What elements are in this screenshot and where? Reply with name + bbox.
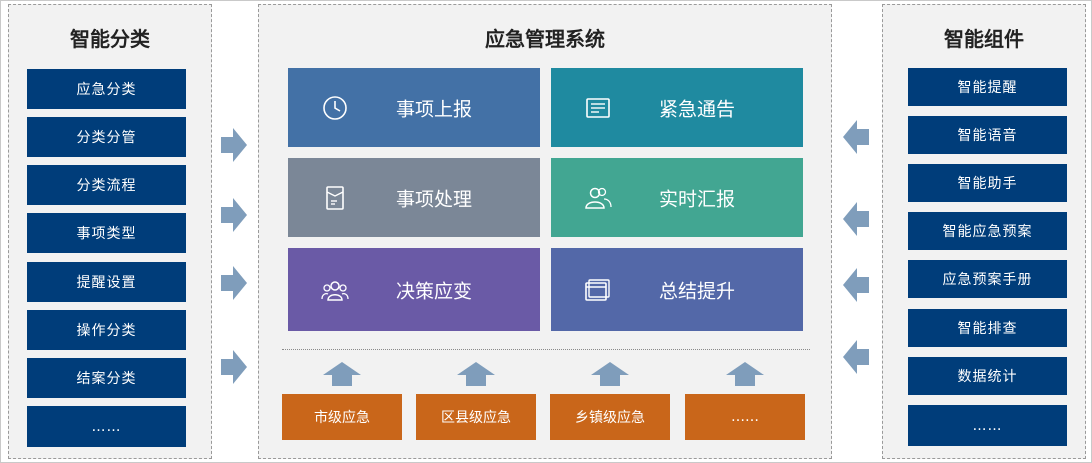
notice-board-icon <box>586 97 610 118</box>
category-item[interactable]: …… <box>27 406 186 447</box>
category-item[interactable]: 应急分类 <box>27 69 186 109</box>
component-item[interactable]: 应急预案手册 <box>908 260 1067 298</box>
tile-label: 总结提升 <box>659 280 736 302</box>
tile-label: 紧急通告 <box>659 98 736 120</box>
clock-icon <box>323 95 347 120</box>
component-item[interactable]: 智能排查 <box>908 309 1067 347</box>
category-item[interactable]: 分类流程 <box>27 165 186 205</box>
level-button[interactable]: 区县级应急 <box>416 394 536 440</box>
left-panel-title: 智能分类 <box>70 27 150 51</box>
up-arrow-icon <box>591 362 629 386</box>
tile-event-report[interactable]: 事项上报 <box>288 68 540 147</box>
right-arrow-icon <box>221 266 247 300</box>
tile-decision-response[interactable]: 决策应变 <box>288 248 540 331</box>
tile-realtime-report[interactable]: 实时汇报 <box>551 158 803 237</box>
level-button[interactable]: 乡镇级应急 <box>550 394 670 440</box>
left-arrow-icon <box>843 268 869 302</box>
component-item[interactable]: 智能应急预案 <box>908 212 1067 250</box>
left-arrow-icon <box>843 202 869 236</box>
tile-label: 决策应变 <box>396 280 473 302</box>
component-item[interactable]: 智能提醒 <box>908 68 1067 106</box>
right-panel-title: 智能组件 <box>944 27 1024 51</box>
category-item[interactable]: 结案分类 <box>27 358 186 398</box>
level-button[interactable]: 市级应急 <box>282 394 402 440</box>
people-icon <box>585 187 612 209</box>
tile-label: 实时汇报 <box>659 188 736 210</box>
tile-label: 事项上报 <box>396 98 473 120</box>
left-arrow-icon <box>843 120 869 154</box>
up-arrow-icon <box>323 362 361 386</box>
tile-summary-improve[interactable]: 总结提升 <box>551 248 803 331</box>
component-item[interactable]: 智能语音 <box>908 116 1067 154</box>
up-arrow-icon <box>457 362 495 386</box>
window-icon <box>585 278 610 301</box>
component-item[interactable]: …… <box>908 405 1067 446</box>
right-arrow-icon <box>221 128 247 162</box>
up-arrow-icon <box>726 362 764 386</box>
right-arrow-icon <box>221 198 247 232</box>
group-icon <box>321 280 349 301</box>
level-button[interactable]: …… <box>685 394 805 440</box>
left-arrow-icon <box>843 340 869 374</box>
tile-emergency-notice[interactable]: 紧急通告 <box>551 68 803 147</box>
component-item[interactable]: 数据统计 <box>908 357 1067 395</box>
right-arrow-icon <box>221 350 247 384</box>
category-item[interactable]: 操作分类 <box>27 310 186 350</box>
category-item[interactable]: 提醒设置 <box>27 262 186 302</box>
center-panel-title: 应急管理系统 <box>485 27 605 51</box>
tile-event-handling[interactable]: 事项处理 <box>288 158 540 237</box>
tile-label: 事项处理 <box>396 188 473 210</box>
category-item[interactable]: 分类分管 <box>27 117 186 157</box>
level-divider <box>282 349 810 350</box>
category-item[interactable]: 事项类型 <box>27 213 186 253</box>
document-icon <box>326 185 344 210</box>
component-item[interactable]: 智能助手 <box>908 164 1067 202</box>
